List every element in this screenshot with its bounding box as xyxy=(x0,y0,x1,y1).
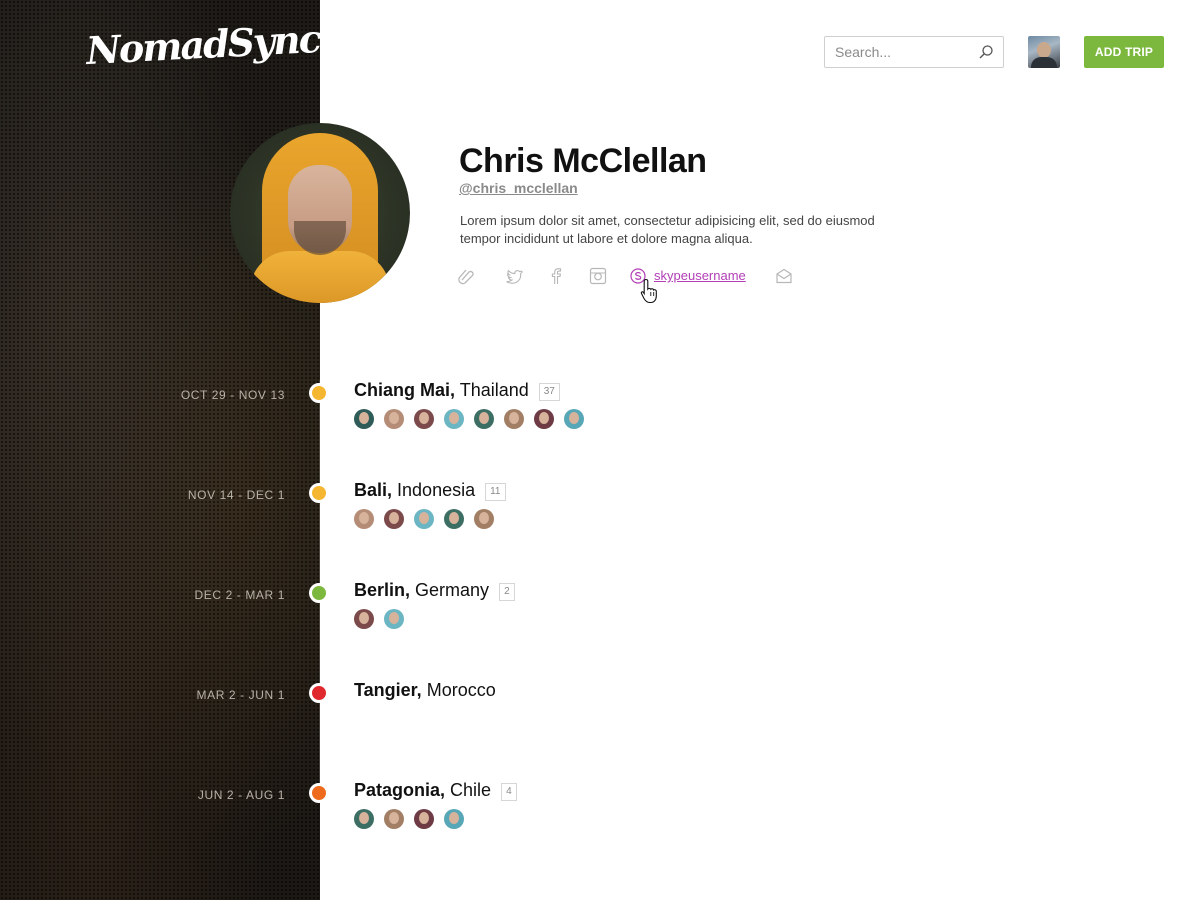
trip-dates: NOV 14 - DEC 1 xyxy=(187,488,285,502)
participant-face xyxy=(569,412,579,424)
trip-country: Morocco xyxy=(426,680,496,700)
participant-face xyxy=(359,512,369,524)
trip-country: Indonesia xyxy=(397,480,476,500)
trip-title[interactable]: Tangier, Morocco xyxy=(354,680,496,701)
skype-username-link[interactable]: skypeusername xyxy=(654,268,746,283)
add-trip-button[interactable]: ADD TRIP xyxy=(1084,36,1164,68)
participant-avatar[interactable] xyxy=(414,809,434,829)
trip-status-dot xyxy=(309,783,329,803)
participant-face xyxy=(449,512,459,524)
search-input[interactable] xyxy=(825,37,965,67)
facebook-icon[interactable] xyxy=(546,266,566,286)
trip-city: Patagonia, xyxy=(354,780,446,800)
trip-dates: JUN 2 - AUG 1 xyxy=(197,788,285,802)
trip-city: Chiang Mai, xyxy=(354,380,456,400)
twitter-icon[interactable] xyxy=(504,266,524,286)
trip-dates: DEC 2 - MAR 1 xyxy=(194,588,285,602)
trip-country: Thailand xyxy=(459,380,529,400)
profile-name: Chris McClellan xyxy=(459,142,707,180)
trip-title[interactable]: Bali, Indonesia 11 xyxy=(354,480,506,501)
participant-avatar[interactable] xyxy=(564,409,584,429)
trip-dates: OCT 29 - NOV 13 xyxy=(180,388,285,402)
participant-avatar[interactable] xyxy=(384,609,404,629)
profile-handle[interactable]: @chris_mcclellan xyxy=(459,180,578,196)
trip-item[interactable]: OCT 29 - NOV 13 Chiang Mai, Thailand 37 xyxy=(0,380,1200,468)
profile-bio: Lorem ipsum dolor sit amet, consectetur … xyxy=(460,213,875,246)
trip-city: Bali, xyxy=(354,480,393,500)
photo-collar xyxy=(250,251,390,303)
participant-avatar[interactable] xyxy=(474,509,494,529)
profile-photo xyxy=(230,123,410,303)
trip-count-badge: 4 xyxy=(501,783,517,801)
participant-face xyxy=(479,512,489,524)
trip-title[interactable]: Berlin, Germany 2 xyxy=(354,580,515,601)
participant-avatar[interactable] xyxy=(444,809,464,829)
trip-dates: MAR 2 - JUN 1 xyxy=(196,688,285,702)
participant-face xyxy=(389,612,399,624)
trip-item[interactable]: NOV 14 - DEC 1 Bali, Indonesia 11 xyxy=(0,480,1200,568)
trip-count-badge: 37 xyxy=(538,383,560,401)
participant-face xyxy=(359,612,369,624)
participant-avatar[interactable] xyxy=(414,409,434,429)
participant-face xyxy=(419,812,429,824)
participant-avatar[interactable] xyxy=(354,809,374,829)
trip-item[interactable]: MAR 2 - JUN 1 Tangier, Morocco xyxy=(0,680,1200,768)
participant-face xyxy=(419,412,429,424)
participant-face xyxy=(509,412,519,424)
avatar-face xyxy=(1037,42,1051,58)
participant-face xyxy=(449,812,459,824)
trip-count-badge: 11 xyxy=(485,483,506,501)
participant-face xyxy=(359,412,369,424)
participant-avatar[interactable] xyxy=(474,409,494,429)
trip-item[interactable]: DEC 2 - MAR 1 Berlin, Germany 2 xyxy=(0,580,1200,668)
participant-avatar[interactable] xyxy=(384,409,404,429)
participant-avatar[interactable] xyxy=(354,509,374,529)
trip-status-dot xyxy=(309,483,329,503)
participant-face xyxy=(389,412,399,424)
participant-avatar[interactable] xyxy=(354,609,374,629)
participant-avatar[interactable] xyxy=(504,409,524,429)
trip-status-dot xyxy=(309,583,329,603)
trip-country: Chile xyxy=(450,780,492,800)
trip-country: Germany xyxy=(415,580,490,600)
trip-city: Tangier, xyxy=(354,680,422,700)
participant-face xyxy=(389,512,399,524)
participant-face xyxy=(389,812,399,824)
participant-face xyxy=(359,812,369,824)
instagram-icon[interactable] xyxy=(588,266,608,286)
trip-item[interactable]: JUN 2 - AUG 1 Patagonia, Chile 4 xyxy=(0,780,1200,868)
participant-avatar[interactable] xyxy=(414,509,434,529)
participant-avatar[interactable] xyxy=(384,809,404,829)
trip-count-badge: 2 xyxy=(499,583,515,601)
trip-title[interactable]: Patagonia, Chile 4 xyxy=(354,780,517,801)
pointer-cursor-icon xyxy=(640,278,657,304)
search-icon[interactable] xyxy=(978,44,994,60)
trip-status-dot xyxy=(309,683,329,703)
participant-face xyxy=(449,412,459,424)
participant-avatar[interactable] xyxy=(354,409,374,429)
participant-avatar[interactable] xyxy=(444,409,464,429)
participant-face xyxy=(539,412,549,424)
participant-avatar[interactable] xyxy=(444,509,464,529)
participant-avatar[interactable] xyxy=(534,409,554,429)
avatar-shoulders xyxy=(1031,57,1057,68)
mail-icon[interactable] xyxy=(774,266,794,286)
trip-status-dot xyxy=(309,383,329,403)
participant-face xyxy=(419,512,429,524)
link-icon[interactable] xyxy=(456,266,476,286)
participant-face xyxy=(479,412,489,424)
trip-title[interactable]: Chiang Mai, Thailand 37 xyxy=(354,380,560,401)
search-box[interactable] xyxy=(824,36,1004,68)
user-avatar[interactable] xyxy=(1028,36,1060,68)
trip-city: Berlin, xyxy=(354,580,411,600)
participant-avatar[interactable] xyxy=(384,509,404,529)
